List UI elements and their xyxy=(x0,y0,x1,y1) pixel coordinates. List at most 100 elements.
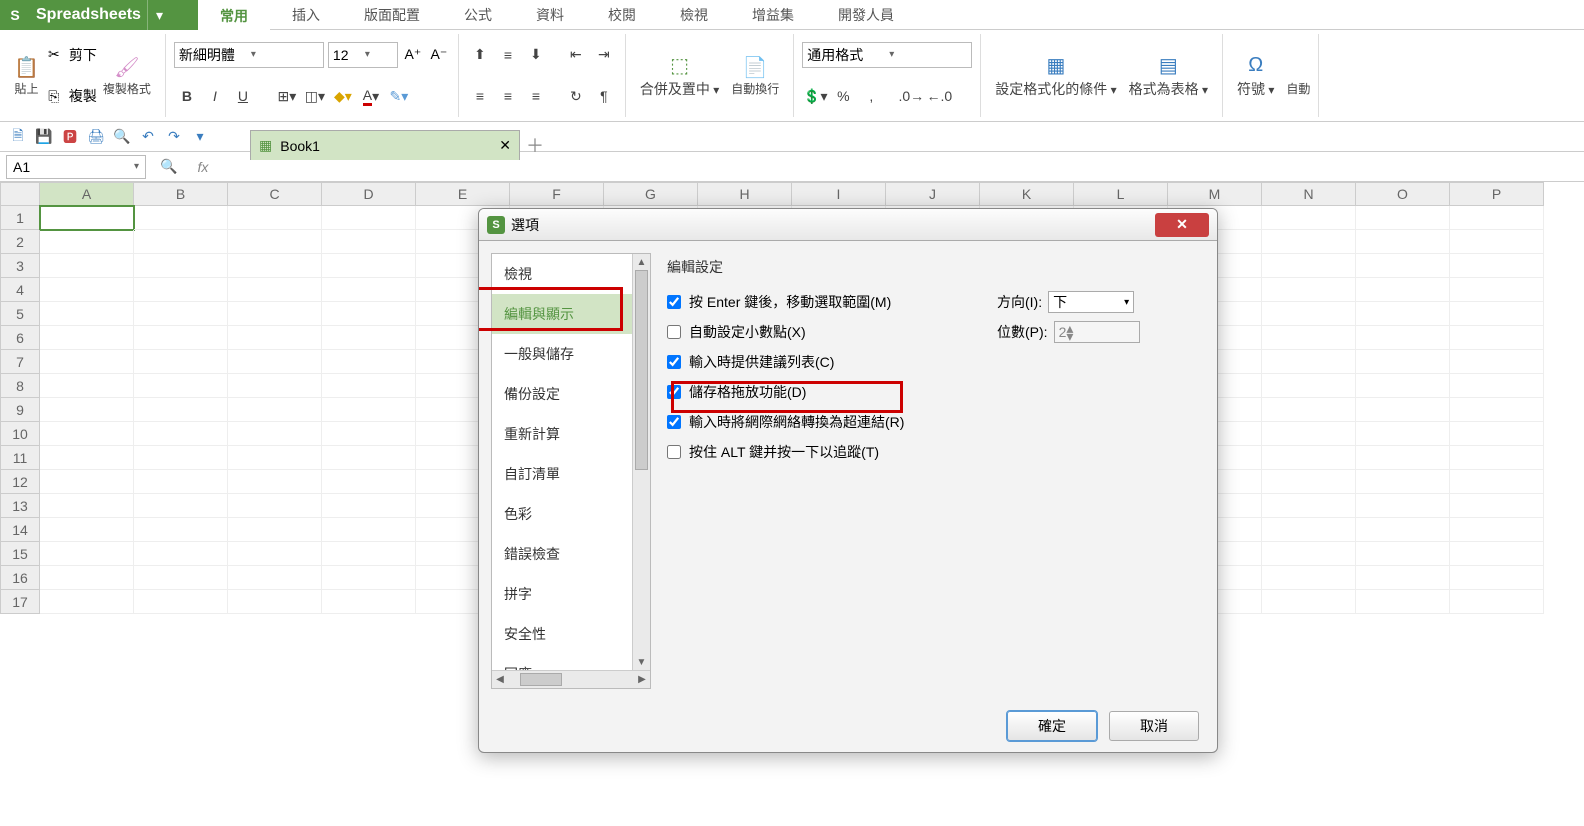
inc-decimal-button[interactable]: .0→ xyxy=(898,83,924,109)
cell[interactable] xyxy=(1356,254,1450,278)
fill-color-button[interactable]: ◆▾ xyxy=(330,83,356,109)
cell[interactable] xyxy=(134,398,228,422)
cell[interactable] xyxy=(1356,566,1450,590)
cell[interactable] xyxy=(228,230,322,254)
col-head[interactable]: H xyxy=(698,182,792,206)
row-head[interactable]: 4 xyxy=(0,278,40,302)
cell[interactable] xyxy=(322,278,416,302)
cell[interactable] xyxy=(1262,278,1356,302)
cell[interactable] xyxy=(40,398,134,422)
cell[interactable] xyxy=(40,326,134,350)
shrink-font-button[interactable]: A⁻ xyxy=(428,42,450,68)
cell[interactable] xyxy=(1450,542,1544,566)
cell[interactable] xyxy=(228,398,322,422)
cell[interactable] xyxy=(40,566,134,590)
cell[interactable] xyxy=(40,446,134,470)
col-head[interactable]: A xyxy=(40,182,134,206)
align-middle-button[interactable]: ≡ xyxy=(495,42,521,68)
merge-center-button[interactable]: ⬚ 合併及置中 ▾ xyxy=(634,36,725,115)
tab-data[interactable]: 資料 xyxy=(514,0,586,30)
cell[interactable] xyxy=(134,278,228,302)
tab-insert[interactable]: 插入 xyxy=(270,0,342,30)
cell[interactable] xyxy=(1262,350,1356,374)
cell[interactable] xyxy=(1450,422,1544,446)
close-icon[interactable]: ✕ xyxy=(499,137,511,154)
currency-button[interactable]: 💲▾ xyxy=(802,83,828,109)
cell[interactable] xyxy=(134,254,228,278)
cell[interactable] xyxy=(1356,374,1450,398)
sidebar-scrollbar-h[interactable]: ◀ ▶ xyxy=(492,670,650,688)
sidebar-item-general-save[interactable]: 一般與儲存 xyxy=(492,334,650,374)
row-head[interactable]: 1 xyxy=(0,206,40,230)
sidebar-item-custom-list[interactable]: 自訂清單 xyxy=(492,454,650,494)
row-head[interactable]: 15 xyxy=(0,542,40,566)
cell[interactable] xyxy=(228,518,322,542)
qat-redo-button[interactable]: ↷ xyxy=(162,125,186,149)
align-bottom-button[interactable]: ⬇ xyxy=(523,42,549,68)
chk-alt-track[interactable] xyxy=(667,445,681,459)
cell[interactable] xyxy=(1262,566,1356,590)
cell[interactable] xyxy=(1450,350,1544,374)
qat-save-button[interactable]: 💾 xyxy=(32,125,56,149)
cell[interactable] xyxy=(322,494,416,518)
cell[interactable] xyxy=(228,590,322,614)
cell[interactable] xyxy=(228,374,322,398)
qat-new-button[interactable]: 🗎 xyxy=(6,125,30,149)
cell[interactable] xyxy=(40,518,134,542)
col-head[interactable]: E xyxy=(416,182,510,206)
cell[interactable] xyxy=(1356,590,1450,614)
scroll-down-icon[interactable]: ▼ xyxy=(633,654,650,670)
tab-formula[interactable]: 公式 xyxy=(442,0,514,30)
cell[interactable] xyxy=(1356,230,1450,254)
document-tab[interactable]: ▦ Book1 ✕ xyxy=(250,130,520,160)
qat-more-button[interactable]: ▾ xyxy=(188,125,212,149)
cell[interactable] xyxy=(1356,518,1450,542)
cell[interactable] xyxy=(1356,446,1450,470)
align-left-button[interactable]: ≡ xyxy=(467,83,493,109)
cell[interactable] xyxy=(1356,494,1450,518)
font-color-button[interactable]: A▾ xyxy=(358,83,384,109)
cell[interactable] xyxy=(1356,470,1450,494)
cell[interactable] xyxy=(134,494,228,518)
col-head[interactable]: L xyxy=(1074,182,1168,206)
col-head[interactable]: J xyxy=(886,182,980,206)
cell[interactable] xyxy=(1450,470,1544,494)
cut-button[interactable]: ✂剪下 xyxy=(45,43,97,67)
cell[interactable] xyxy=(40,590,134,614)
col-head[interactable]: I xyxy=(792,182,886,206)
cell[interactable] xyxy=(1450,278,1544,302)
cell[interactable] xyxy=(228,470,322,494)
cell[interactable] xyxy=(228,446,322,470)
cell[interactable] xyxy=(1262,302,1356,326)
row-head[interactable]: 7 xyxy=(0,350,40,374)
align-center-button[interactable]: ≡ xyxy=(495,83,521,109)
row-head[interactable]: 16 xyxy=(0,566,40,590)
cell[interactable] xyxy=(134,566,228,590)
row-head[interactable]: 11 xyxy=(0,446,40,470)
scroll-up-icon[interactable]: ▲ xyxy=(633,254,650,270)
format-painter-button[interactable]: 🖌 複製格式 xyxy=(97,36,157,115)
scroll-right-icon[interactable]: ▶ xyxy=(634,671,650,688)
dialog-title-bar[interactable]: S 選項 ✕ xyxy=(479,209,1217,241)
grow-font-button[interactable]: A⁺ xyxy=(402,42,424,68)
cell[interactable] xyxy=(134,470,228,494)
add-tab-button[interactable]: ＋ xyxy=(520,130,550,160)
highlight-button[interactable]: ✎▾ xyxy=(386,83,412,109)
chk-auto-decimal[interactable] xyxy=(667,325,681,339)
cell[interactable] xyxy=(1356,422,1450,446)
cell[interactable] xyxy=(1262,326,1356,350)
cell[interactable] xyxy=(228,302,322,326)
cell[interactable] xyxy=(1262,206,1356,230)
sidebar-item-color[interactable]: 色彩 xyxy=(492,494,650,534)
cell[interactable] xyxy=(134,446,228,470)
col-head[interactable]: K xyxy=(980,182,1074,206)
border2-button[interactable]: ◫▾ xyxy=(302,83,328,109)
cell[interactable] xyxy=(134,542,228,566)
cell[interactable] xyxy=(40,494,134,518)
row-head[interactable]: 10 xyxy=(0,422,40,446)
tab-view[interactable]: 檢視 xyxy=(658,0,730,30)
cell[interactable] xyxy=(1356,350,1450,374)
comma-button[interactable]: , xyxy=(858,83,884,109)
name-box[interactable]: A1▾ xyxy=(6,155,146,179)
cell[interactable] xyxy=(1450,206,1544,230)
